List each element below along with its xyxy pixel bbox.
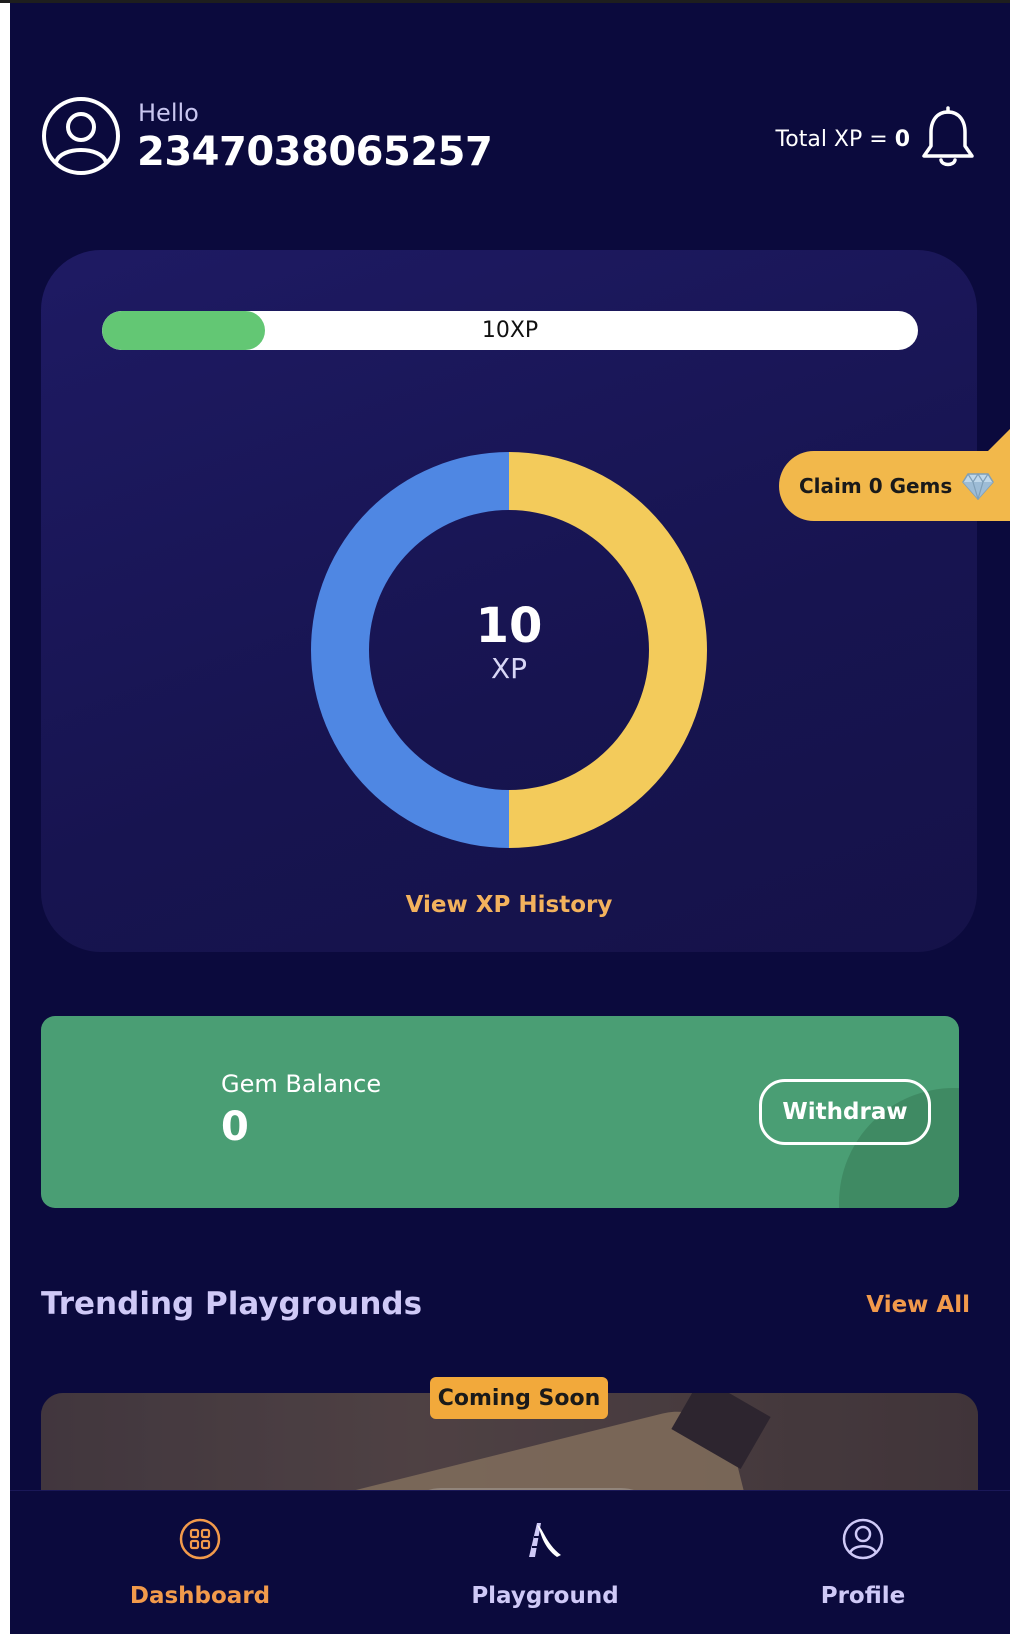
nav-label-profile: Profile (820, 1583, 906, 1609)
claim-gems-label: Claim 0 Gems (799, 474, 953, 498)
nav-item-dashboard[interactable]: Dashboard (70, 1491, 330, 1634)
gem-balance-value: 0 (221, 1104, 249, 1150)
bottom-navigation: Dashboard Playground Profile (10, 1490, 1010, 1634)
coming-soon-badge: Coming Soon (430, 1377, 608, 1419)
claim-flag-tab (986, 429, 1010, 453)
total-xp-label: Total XP = (775, 127, 888, 152)
total-xp-value: 0 (894, 127, 910, 152)
trending-playgrounds-title: Trending Playgrounds (41, 1286, 423, 1322)
gem-icon (962, 472, 995, 500)
donut-center: 10 XP (309, 600, 709, 686)
avatar-icon[interactable] (41, 96, 121, 176)
withdraw-button[interactable]: Withdraw (759, 1079, 931, 1145)
total-xp: Total XP = 0 (776, 127, 910, 152)
view-xp-history-link[interactable]: View XP History (41, 892, 977, 918)
bell-icon[interactable] (920, 106, 976, 170)
donut-value: 10 (475, 598, 543, 654)
nav-item-profile[interactable]: Profile (733, 1491, 993, 1634)
donut-unit: XP (490, 652, 528, 685)
dashboard-screen: Hello 2347038065257 Total XP = 0 10XP 10… (10, 3, 1010, 1634)
slide-icon (529, 1523, 561, 1557)
gem-balance-card: Gem Balance 0 Withdraw (41, 1016, 959, 1208)
nav-label-dashboard: Dashboard (129, 1583, 271, 1609)
user-icon (842, 1518, 884, 1560)
claim-gems-button[interactable]: Claim 0 Gems (779, 451, 1010, 521)
xp-card: 10XP 10 XP View XP History (41, 250, 977, 952)
nav-label-playground: Playground (471, 1583, 619, 1609)
greeting-text: Hello (138, 99, 199, 127)
xp-progress-bar: 10XP (102, 311, 918, 350)
gem-balance-label: Gem Balance (221, 1070, 382, 1098)
nav-item-playground[interactable]: Playground (415, 1491, 675, 1634)
xp-progress-label: 10XP (481, 318, 539, 343)
username: 2347038065257 (137, 129, 493, 175)
view-all-link[interactable]: View All (866, 1292, 970, 1318)
grid-icon (179, 1518, 221, 1560)
header: Hello 2347038065257 Total XP = 0 (10, 3, 1010, 233)
